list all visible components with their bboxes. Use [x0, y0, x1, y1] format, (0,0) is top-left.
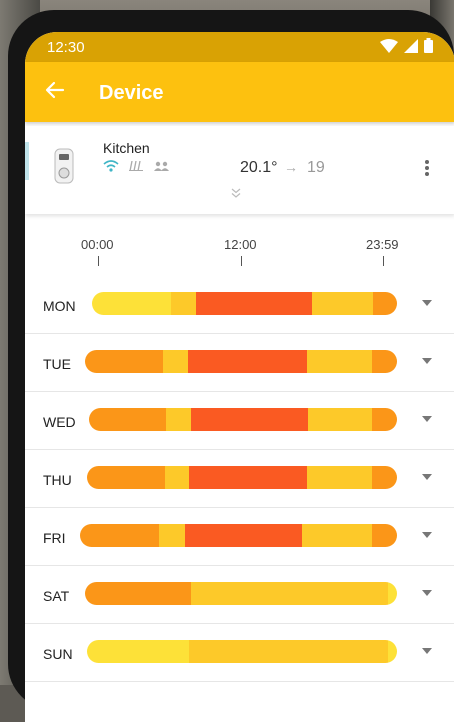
status-icons [380, 38, 433, 53]
schedule-segment [301, 524, 372, 547]
schedule-segment [171, 292, 196, 315]
expand-chevrons-icon[interactable] [231, 188, 241, 198]
time-axis: 00:00 12:00 23:59 [25, 214, 454, 276]
card-accent [25, 142, 29, 180]
schedule-segment [184, 524, 302, 547]
schedule-row-sat[interactable]: SAT [25, 566, 454, 624]
signal-icon [404, 38, 418, 53]
schedule-bar[interactable] [85, 350, 397, 373]
battery-icon [424, 38, 433, 53]
schedule-list: MON TUE WED THU FRI SAT SUN [25, 276, 454, 682]
schedule-row-sun[interactable]: SUN [25, 624, 454, 682]
schedule-segment [85, 350, 163, 373]
target-temperature: 19 [307, 159, 325, 176]
schedule-segment [187, 350, 307, 373]
schedule-segment [85, 582, 192, 605]
phone-screen: 12:30 Device Kitchen 20.1° → 19 00:00 12… [25, 32, 454, 722]
schedule-segment [80, 524, 160, 547]
schedule-segment [371, 524, 397, 547]
schedule-bar[interactable] [92, 292, 397, 315]
time-label-noon: 12:00 [224, 237, 257, 252]
day-label: SAT [43, 588, 70, 604]
day-label: THU [43, 472, 72, 488]
more-options-icon[interactable] [424, 159, 430, 177]
schedule-segment [387, 582, 397, 605]
users-icon [154, 161, 169, 171]
current-temperature: 20.1° [240, 159, 278, 176]
day-label: WED [43, 414, 76, 430]
schedule-segment [372, 292, 397, 315]
schedule-segment [159, 524, 185, 547]
schedule-segment [372, 466, 397, 489]
schedule-segment [191, 582, 388, 605]
status-bar: 12:30 [25, 32, 454, 62]
dropdown-arrow-icon[interactable] [422, 416, 432, 422]
day-label: TUE [43, 356, 71, 372]
schedule-bar[interactable] [87, 640, 397, 663]
schedule-segment [164, 466, 190, 489]
schedule-segment [372, 350, 397, 373]
schedule-bar[interactable] [85, 582, 397, 605]
schedule-row-tue[interactable]: TUE [25, 334, 454, 392]
schedule-bar[interactable] [89, 408, 397, 431]
schedule-segment [195, 292, 312, 315]
app-bar: Device [25, 62, 454, 122]
schedule-segment [166, 408, 191, 431]
dropdown-arrow-icon[interactable] [422, 358, 432, 364]
dropdown-arrow-icon[interactable] [422, 532, 432, 538]
dropdown-arrow-icon[interactable] [422, 474, 432, 480]
schedule-segment [190, 408, 308, 431]
schedule-row-fri[interactable]: FRI [25, 508, 454, 566]
time-label-end: 23:59 [366, 237, 399, 252]
time-tick-start [98, 256, 99, 266]
wifi-icon [103, 160, 119, 172]
day-label: FRI [43, 530, 66, 546]
time-label-start: 00:00 [81, 237, 114, 252]
status-time: 12:30 [47, 39, 85, 56]
day-label: MON [43, 298, 76, 314]
schedule-bar[interactable] [87, 466, 397, 489]
schedule-segment [307, 408, 373, 431]
back-arrow-icon[interactable] [43, 78, 67, 102]
schedule-segment [189, 640, 388, 663]
heating-icon [129, 161, 143, 171]
day-label: SUN [43, 646, 73, 662]
schedule-segment [189, 466, 308, 489]
time-tick-noon [241, 256, 242, 266]
dropdown-arrow-icon[interactable] [422, 648, 432, 654]
device-status-icons [103, 160, 171, 172]
schedule-segment [92, 292, 172, 315]
schedule-segment [87, 640, 190, 663]
schedule-bar[interactable] [80, 524, 397, 547]
device-card[interactable]: Kitchen 20.1° → 19 [25, 126, 454, 214]
dropdown-arrow-icon[interactable] [422, 300, 432, 306]
schedule-segment [307, 466, 373, 489]
schedule-row-wed[interactable]: WED [25, 392, 454, 450]
schedule-segment [87, 466, 165, 489]
schedule-segment [372, 408, 397, 431]
time-tick-end [383, 256, 384, 266]
schedule-segment [387, 640, 397, 663]
page-title: Device [99, 82, 164, 104]
schedule-segment [306, 350, 373, 373]
schedule-segment [89, 408, 166, 431]
schedule-row-mon[interactable]: MON [25, 276, 454, 334]
schedule-segment [163, 350, 188, 373]
dropdown-arrow-icon[interactable] [422, 590, 432, 596]
thermostat-icon [54, 148, 74, 184]
schedule-segment [311, 292, 373, 315]
schedule-row-thu[interactable]: THU [25, 450, 454, 508]
temperature-arrow: → [284, 159, 298, 175]
device-name: Kitchen [103, 140, 150, 156]
wifi-icon [380, 38, 398, 53]
phone-frame: 12:30 Device Kitchen 20.1° → 19 00:00 12… [8, 10, 454, 722]
